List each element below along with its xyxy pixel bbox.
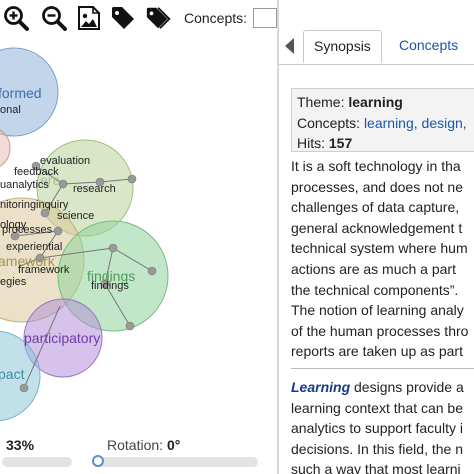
theme-line: Theme: learning xyxy=(297,92,474,113)
theme-label-formed[interactable]: formed xyxy=(0,85,42,101)
rotation-slider-handle[interactable] xyxy=(92,455,104,467)
theme-label-participatory[interactable]: participatory xyxy=(24,330,100,346)
synopsis-text: It is a soft technology in tha processes… xyxy=(291,156,474,474)
theme-info-box: Theme: learning Concepts: learning, desi… xyxy=(291,88,474,152)
theme-label-pact[interactable]: pact xyxy=(0,366,24,382)
text-line: actions are as much a part xyxy=(291,260,456,277)
concepts-filter-label: Concepts: xyxy=(184,10,248,26)
concepts-links[interactable]: learning, design, xyxy=(364,115,467,131)
zoom-out-icon[interactable] xyxy=(40,4,68,32)
theme-label: Theme: xyxy=(297,94,345,110)
text-line: challenges of data capture, xyxy=(291,199,460,216)
concept-label[interactable]: nitoring xyxy=(0,199,36,211)
tags-icon[interactable] xyxy=(145,4,173,32)
image-icon[interactable] xyxy=(75,4,103,32)
tab-concepts[interactable]: Concepts xyxy=(389,30,468,63)
concept-map-pane: Concepts: formed ere amework findings pa… xyxy=(0,0,277,474)
concept-label[interactable]: uanalytics xyxy=(0,179,49,191)
panel-tabs: Synopsis Concepts xyxy=(279,30,474,65)
concept-node xyxy=(19,383,29,393)
concept-label[interactable]: egies xyxy=(0,276,26,288)
text-line: the technical components”. xyxy=(291,281,459,298)
details-panel: Synopsis Concepts Theme: learning Concep… xyxy=(279,0,474,474)
hits-line: Hits: 157 xyxy=(297,133,474,154)
text-line: such a way that most learni xyxy=(291,461,461,474)
map-toolbar: Concepts: xyxy=(0,0,277,36)
text-line: technical system where hum xyxy=(291,240,468,257)
text-line: learning context that can be xyxy=(291,399,464,416)
concept-label[interactable]: research xyxy=(73,183,116,195)
rotation-label: Rotation: xyxy=(107,437,164,453)
tab-scroll-left-icon[interactable] xyxy=(285,38,294,54)
tag-icon[interactable] xyxy=(109,4,137,32)
concept-label[interactable]: science xyxy=(57,210,94,222)
concept-map-canvas[interactable]: formed ere amework findings participator… xyxy=(0,36,277,432)
hits-value: 157 xyxy=(328,135,353,151)
concept-label[interactable]: onal xyxy=(0,104,21,116)
text-line: general acknowledgement t xyxy=(291,219,463,236)
excerpt-paragraph: It is a soft technology in tha processes… xyxy=(291,156,474,362)
excerpt-divider xyxy=(291,367,474,369)
concept-node xyxy=(127,174,137,184)
text-line: reports are taken up as part xyxy=(291,343,463,360)
zoom-slider-track[interactable] xyxy=(2,457,72,467)
text-line: analytics to support faculty i xyxy=(291,420,463,437)
highlighted-keyword[interactable]: Learning xyxy=(291,379,350,395)
rotation-slider-track[interactable] xyxy=(92,455,258,467)
text-line: decisions. In this field, the n xyxy=(291,440,463,457)
concept-label[interactable]: experiential xyxy=(6,241,62,253)
concept-label[interactable]: findings xyxy=(91,280,129,292)
zoom-in-icon[interactable] xyxy=(2,4,30,32)
rotation-readout: Rotation: 0° xyxy=(107,437,180,453)
concepts-line: Concepts: learning, design, xyxy=(297,113,474,134)
rotation-value: 0° xyxy=(166,437,181,453)
tab-synopsis[interactable]: Synopsis xyxy=(303,30,382,63)
concept-node xyxy=(147,266,157,276)
concept-label[interactable]: framework xyxy=(18,264,69,276)
text-line: It is a soft technology in tha xyxy=(291,158,461,174)
text-fragment: designs provide a xyxy=(350,378,464,395)
concept-label[interactable]: processes xyxy=(2,224,52,236)
concept-node xyxy=(108,243,118,253)
map-controls: 33% Rotation: 0° xyxy=(0,432,277,474)
zoom-value: 33% xyxy=(6,437,35,453)
concept-node xyxy=(125,321,135,331)
text-line: processes, and does not ne xyxy=(291,178,464,195)
concept-node xyxy=(53,226,63,236)
text-line: of the human processes thro xyxy=(291,322,469,339)
concepts-filter-input[interactable] xyxy=(253,8,277,28)
text-line: Learning designs provide a xyxy=(291,377,474,398)
excerpt-paragraph: Learning designs provide a learning cont… xyxy=(291,377,474,474)
concept-label[interactable]: feedback xyxy=(14,166,59,178)
hits-label: Hits: xyxy=(297,135,325,151)
concepts-label: Concepts: xyxy=(297,114,361,131)
text-line: The notion of learning analy xyxy=(291,302,464,319)
theme-value: learning xyxy=(348,94,403,110)
